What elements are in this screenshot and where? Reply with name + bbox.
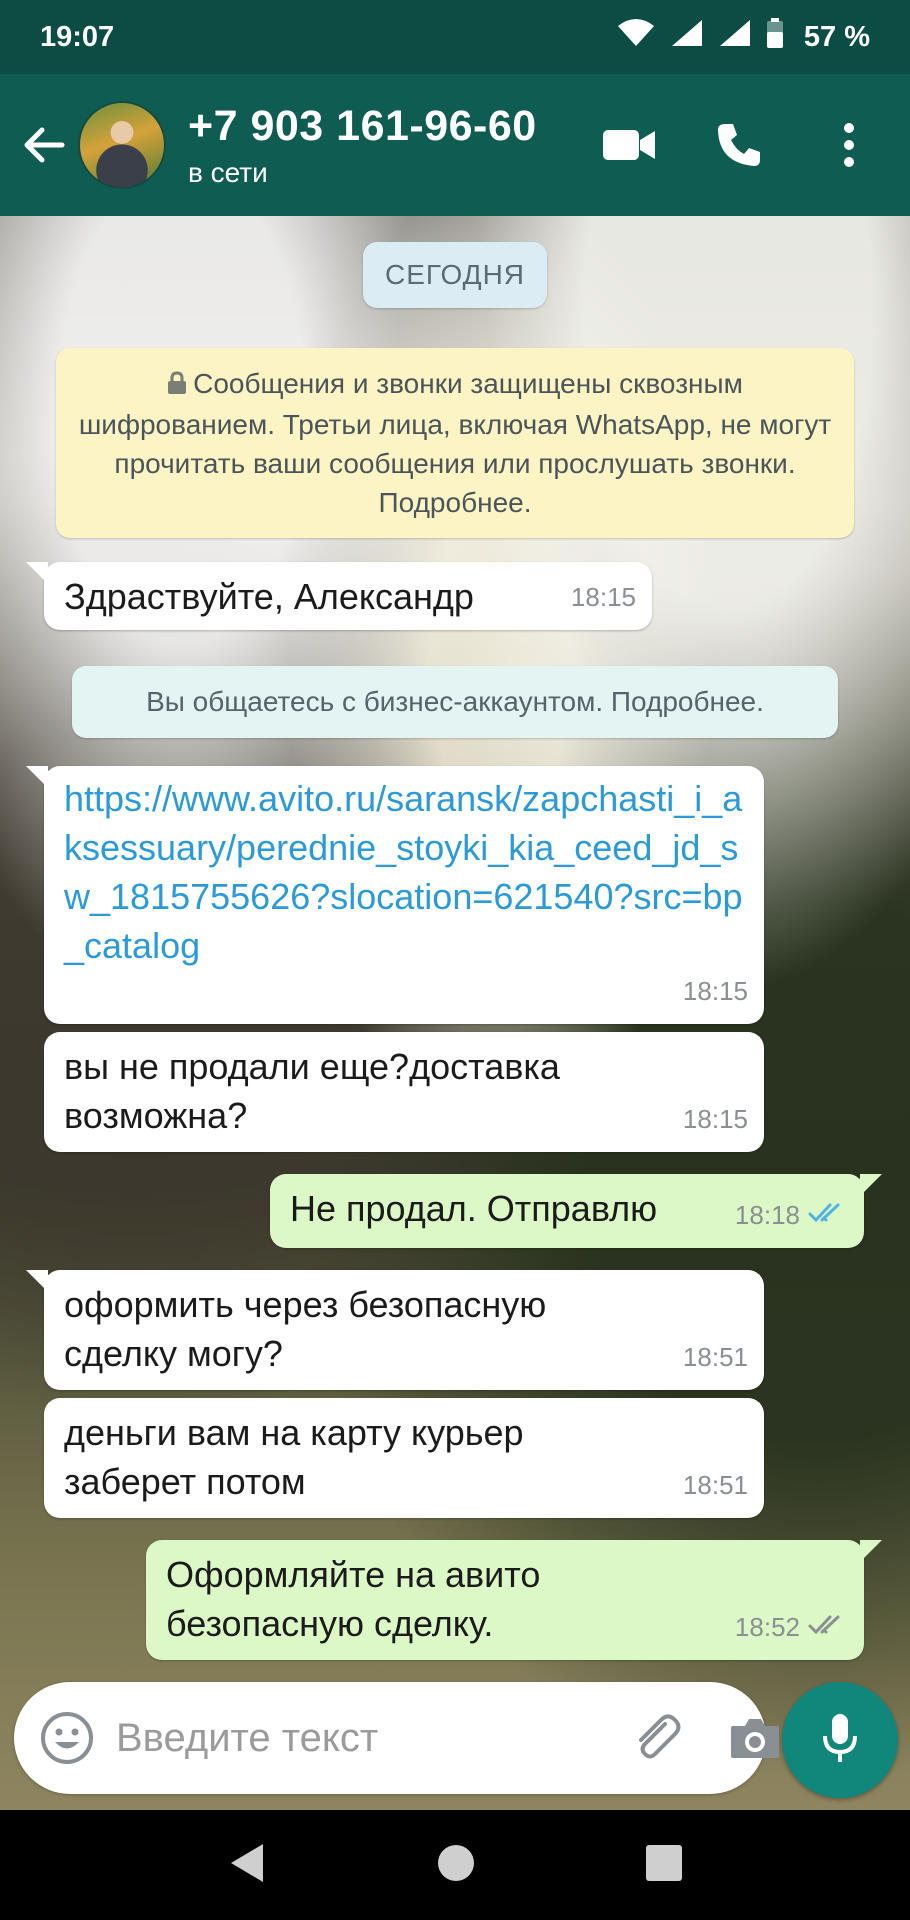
message-time: 18:51 — [683, 1333, 748, 1382]
business-notice[interactable]: Вы общаетесь с бизнес-аккаунтом. Подробн… — [72, 666, 838, 738]
message-time-text: 18:15 — [570, 582, 636, 612]
message-text: вы не продали еще?доставка возможна? — [64, 1046, 560, 1136]
message-link[interactable]: https://www.avito.ru/saransk/zapchasti_i… — [64, 778, 743, 966]
status-bar: 19:07 57 % — [0, 0, 910, 74]
video-call-icon[interactable] — [598, 114, 660, 176]
wifi-icon — [616, 18, 656, 56]
lock-icon — [167, 366, 187, 405]
message-time-text: 18:52 — [734, 1612, 800, 1642]
encryption-notice-text: Сообщения и звонки защищены сквозным шиф… — [78, 368, 832, 518]
attach-icon[interactable] — [631, 1707, 683, 1769]
status-time: 19:07 — [40, 20, 115, 53]
battery-icon — [766, 18, 784, 56]
message-text: Здраствуйте, Александр — [64, 576, 474, 617]
message-time: 18:15 — [571, 573, 636, 622]
nav-back-icon[interactable] — [227, 1842, 267, 1889]
contact-info[interactable]: +7 903 161-96-60 в сети — [188, 102, 598, 189]
message-text: Не продал. Отправлю — [290, 1188, 658, 1229]
contact-status: в сети — [188, 156, 268, 188]
chat-area[interactable]: СЕГОДНЯ Сообщения и звонки защищены скво… — [0, 216, 910, 1810]
header-actions — [598, 114, 880, 176]
mic-button[interactable] — [782, 1682, 898, 1798]
message-time: 18:51 — [683, 1461, 748, 1510]
avatar[interactable] — [78, 101, 166, 189]
message-time: 18:15 — [683, 1095, 748, 1144]
message-time: 18:15 — [683, 967, 748, 1016]
message-time-text: 18:18 — [734, 1200, 800, 1230]
chat-header: +7 903 161-96-60 в сети — [0, 74, 910, 216]
message-time-text: 18:51 — [682, 1342, 748, 1372]
nav-recents-icon[interactable] — [645, 1844, 683, 1887]
message-outgoing[interactable]: Оформляйте на авито безопасную сделку. 1… — [146, 1540, 882, 1660]
message-outgoing[interactable]: Не продал. Отправлю 18:18 — [270, 1174, 882, 1248]
camera-icon[interactable] — [729, 1707, 781, 1769]
message-incoming-link[interactable]: https://www.avito.ru/saransk/zapchasti_i… — [26, 766, 764, 1024]
nav-home-icon[interactable] — [437, 1844, 475, 1887]
message-time: 18:18 — [735, 1191, 848, 1240]
message-time-text: 18:15 — [682, 1104, 748, 1134]
voice-call-icon[interactable] — [708, 114, 770, 176]
message-text: Оформляйте на авито безопасную сделку. — [166, 1554, 541, 1644]
date-separator: СЕГОДНЯ — [363, 242, 547, 308]
mic-icon — [822, 1712, 858, 1769]
signal-icon-2 — [718, 18, 752, 56]
encryption-notice[interactable]: Сообщения и звонки защищены сквозным шиф… — [56, 348, 854, 538]
delivered-ticks-icon — [808, 1603, 848, 1652]
contact-name: +7 903 161-96-60 — [188, 101, 537, 150]
message-time: 18:52 — [735, 1603, 848, 1652]
status-icons: 57 % — [616, 18, 870, 56]
more-vert-icon[interactable] — [818, 114, 880, 176]
back-arrow-icon[interactable] — [14, 115, 74, 175]
message-time-text: 18:51 — [682, 1470, 748, 1500]
message-incoming[interactable]: вы не продали еще?доставка возможна? 18:… — [44, 1032, 764, 1152]
message-incoming[interactable]: оформить через безопасную сделку могу? 1… — [26, 1270, 764, 1390]
message-incoming[interactable]: деньги вам на карту курьер заберет потом… — [44, 1398, 764, 1518]
message-text: оформить через безопасную сделку могу? — [64, 1284, 547, 1374]
message-incoming[interactable]: Здраствуйте, Александр 18:15 — [26, 562, 652, 630]
signal-icon — [670, 18, 704, 56]
system-nav-bar — [0, 1810, 910, 1920]
message-text: деньги вам на карту курьер заберет потом — [64, 1412, 524, 1502]
read-ticks-icon — [808, 1191, 848, 1240]
battery-percent: 57 % — [803, 20, 870, 53]
message-composer — [14, 1682, 779, 1794]
message-input[interactable] — [116, 1715, 631, 1761]
emoji-icon[interactable] — [40, 1708, 94, 1768]
message-time-text: 18:15 — [682, 976, 748, 1006]
